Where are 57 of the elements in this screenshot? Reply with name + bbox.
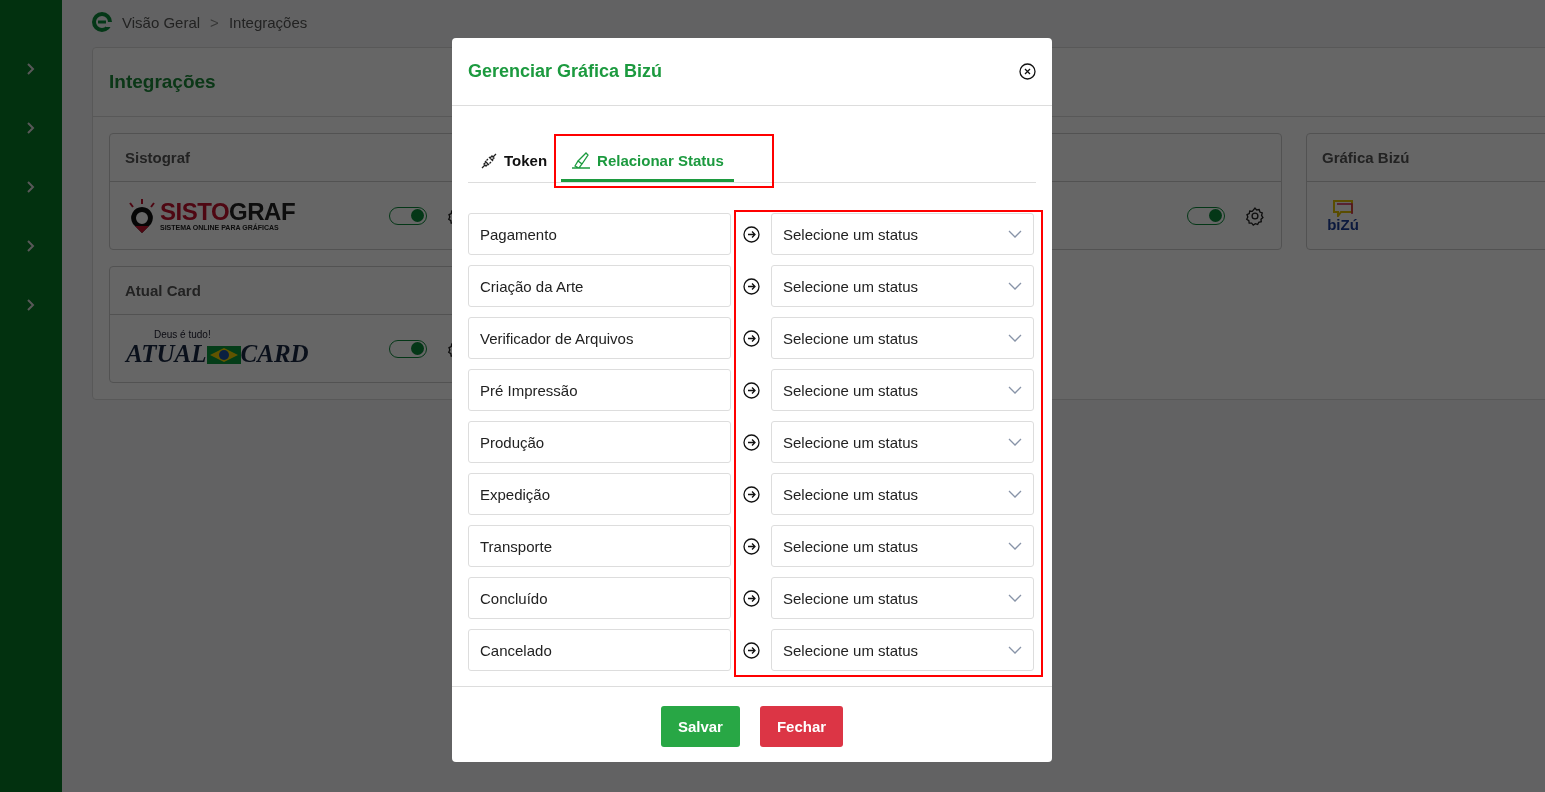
- close-icon[interactable]: [1019, 63, 1036, 80]
- status-label-field: Criação da Arte: [468, 265, 731, 307]
- status-select[interactable]: Selecione um status: [771, 473, 1034, 515]
- arrow-right-icon: [742, 433, 760, 451]
- card-title: Atual Card: [125, 282, 201, 299]
- app-logo-icon[interactable]: [92, 12, 112, 32]
- arrow-right-icon: [742, 381, 760, 399]
- status-select[interactable]: Selecione um status: [771, 265, 1034, 307]
- close-button[interactable]: Fechar: [759, 706, 844, 747]
- card-title: Sistograf: [125, 149, 190, 166]
- atual-card-logo: Deus é tudo! ATUAL CARD: [126, 329, 309, 368]
- plug-icon: [480, 152, 498, 170]
- arrow-right-icon: [742, 277, 760, 295]
- chevron-down-icon: [1008, 334, 1022, 342]
- status-select[interactable]: Selecione um status: [771, 577, 1034, 619]
- tab[interactable]: Relacionar Status: [561, 146, 734, 182]
- status-select[interactable]: Selecione um status: [771, 629, 1034, 671]
- brush-icon: [571, 152, 592, 170]
- chevron-down-icon: [1008, 542, 1022, 550]
- modal-title: Gerenciar Gráfica Bizú: [468, 61, 663, 82]
- status-select[interactable]: Selecione um status: [771, 213, 1034, 255]
- arrow-right-icon: [742, 537, 760, 555]
- card-title: Gráfica Bizú: [1322, 149, 1410, 166]
- chevron-icon[interactable]: [26, 180, 36, 194]
- arrow-right-icon: [742, 225, 760, 243]
- chevron-down-icon: [1008, 646, 1022, 654]
- status-label-field: Cancelado: [468, 629, 731, 671]
- chevron-down-icon: [1008, 282, 1022, 290]
- settings-icon[interactable]: [1245, 205, 1265, 226]
- chevron-down-icon: [1008, 438, 1022, 446]
- arrow-right-icon: [742, 485, 760, 503]
- tab[interactable]: Token: [478, 146, 556, 182]
- status-select[interactable]: Selecione um status: [771, 317, 1034, 359]
- chevron-icon[interactable]: [26, 121, 36, 135]
- chevron-icon[interactable]: [26, 298, 36, 312]
- chevron-icon[interactable]: [26, 62, 36, 76]
- chevron-down-icon: [1008, 490, 1022, 498]
- status-label-field: Pré Impressão: [468, 369, 731, 411]
- chevron-icon[interactable]: [26, 239, 36, 253]
- status-label-field: Pagamento: [468, 213, 731, 255]
- arrow-right-icon: [742, 329, 760, 347]
- status-label-field: Verificador de Arquivos: [468, 317, 731, 359]
- status-select[interactable]: Selecione um status: [771, 421, 1034, 463]
- status-select[interactable]: Selecione um status: [771, 369, 1034, 411]
- chevron-down-icon: [1008, 230, 1022, 238]
- status-label-field: Expedição: [468, 473, 731, 515]
- panel-title: Integrações: [109, 71, 216, 93]
- status-select[interactable]: Selecione um status: [771, 525, 1034, 567]
- status-label-field: Transporte: [468, 525, 731, 567]
- arrow-right-icon: [742, 641, 760, 659]
- chevron-down-icon: [1008, 386, 1022, 394]
- chevron-down-icon: [1008, 594, 1022, 602]
- status-label-field: Concluído: [468, 577, 731, 619]
- bizu-logo: biZú: [1323, 199, 1363, 232]
- breadcrumb-separator: >: [210, 13, 219, 31]
- status-label-field: Produção: [468, 421, 731, 463]
- arrow-right-icon: [742, 589, 760, 607]
